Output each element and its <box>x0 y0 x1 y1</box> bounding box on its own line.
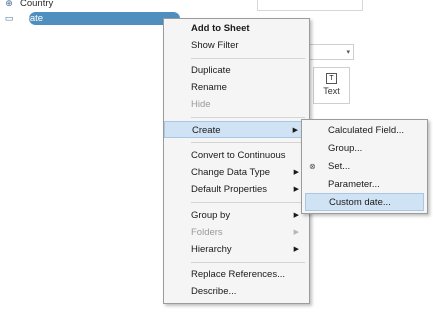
menu-item-show-filter[interactable]: Show Filter <box>164 37 309 54</box>
menu-item-hierarchy[interactable]: Hierarchy ▶ <box>164 241 309 258</box>
menu-item-duplicate[interactable]: Duplicate <box>164 62 309 79</box>
text-icon: T <box>326 73 337 84</box>
field-selection-highlight <box>29 12 180 25</box>
menu-separator <box>191 202 305 203</box>
field-label: Date <box>23 13 44 24</box>
submenu-item-parameter[interactable]: Parameter... <box>302 176 427 194</box>
field-label: Country <box>20 0 54 9</box>
submenu-item-calculated-field[interactable]: Calculated Field... <box>302 122 427 140</box>
field-date[interactable]: ▭ Date <box>0 12 180 25</box>
submenu-arrow-icon: ▶ <box>293 229 299 236</box>
menu-item-rename[interactable]: Rename <box>164 79 309 96</box>
text-mark-card[interactable]: T Text <box>313 67 350 104</box>
text-card-label: Text <box>323 86 340 96</box>
menu-item-default-properties[interactable]: Default Properties ▶ <box>164 181 309 198</box>
menu-item-add-to-sheet[interactable]: Add to Sheet <box>164 20 309 37</box>
submenu-item-group[interactable]: Group... <box>302 140 427 158</box>
menu-item-create[interactable]: Create ▶ <box>164 121 309 138</box>
shelf-panel-fragment <box>257 0 363 11</box>
set-icon: ⊗ <box>309 162 316 171</box>
chevron-down-icon: ▾ <box>346 49 350 56</box>
submenu-item-custom-date[interactable]: Custom date... <box>305 193 424 211</box>
field-country[interactable]: ⊕ Country <box>0 0 53 10</box>
menu-item-describe[interactable]: Describe... <box>164 283 309 300</box>
submenu-arrow-icon: ▶ <box>293 246 299 253</box>
globe-icon: ⊕ <box>5 0 13 8</box>
menu-separator <box>191 117 305 118</box>
field-context-menu: Add to Sheet Show Filter Duplicate Renam… <box>163 18 310 304</box>
calendar-icon: ▭ <box>4 13 14 23</box>
menu-separator <box>191 142 305 143</box>
menu-separator <box>191 58 305 59</box>
create-submenu: Calculated Field... Group... ⊗ Set... Par… <box>301 119 428 214</box>
submenu-arrow-icon: ▶ <box>293 186 299 193</box>
mark-type-dropdown[interactable]: ▾ <box>306 44 354 60</box>
submenu-arrow-icon: ▶ <box>293 169 299 176</box>
menu-item-folders: Folders ▶ <box>164 224 309 241</box>
menu-separator <box>191 262 305 263</box>
submenu-item-set[interactable]: ⊗ Set... <box>302 158 427 176</box>
menu-item-convert-to-continuous[interactable]: Convert to Continuous <box>164 147 309 164</box>
menu-item-change-data-type[interactable]: Change Data Type ▶ <box>164 164 309 181</box>
menu-item-hide: Hide <box>191 99 211 110</box>
menu-item-replace-references[interactable]: Replace References... <box>164 266 309 283</box>
submenu-arrow-icon: ▶ <box>292 127 298 134</box>
submenu-arrow-icon: ▶ <box>293 212 299 219</box>
menu-item-group-by[interactable]: Group by ▶ <box>164 207 309 224</box>
